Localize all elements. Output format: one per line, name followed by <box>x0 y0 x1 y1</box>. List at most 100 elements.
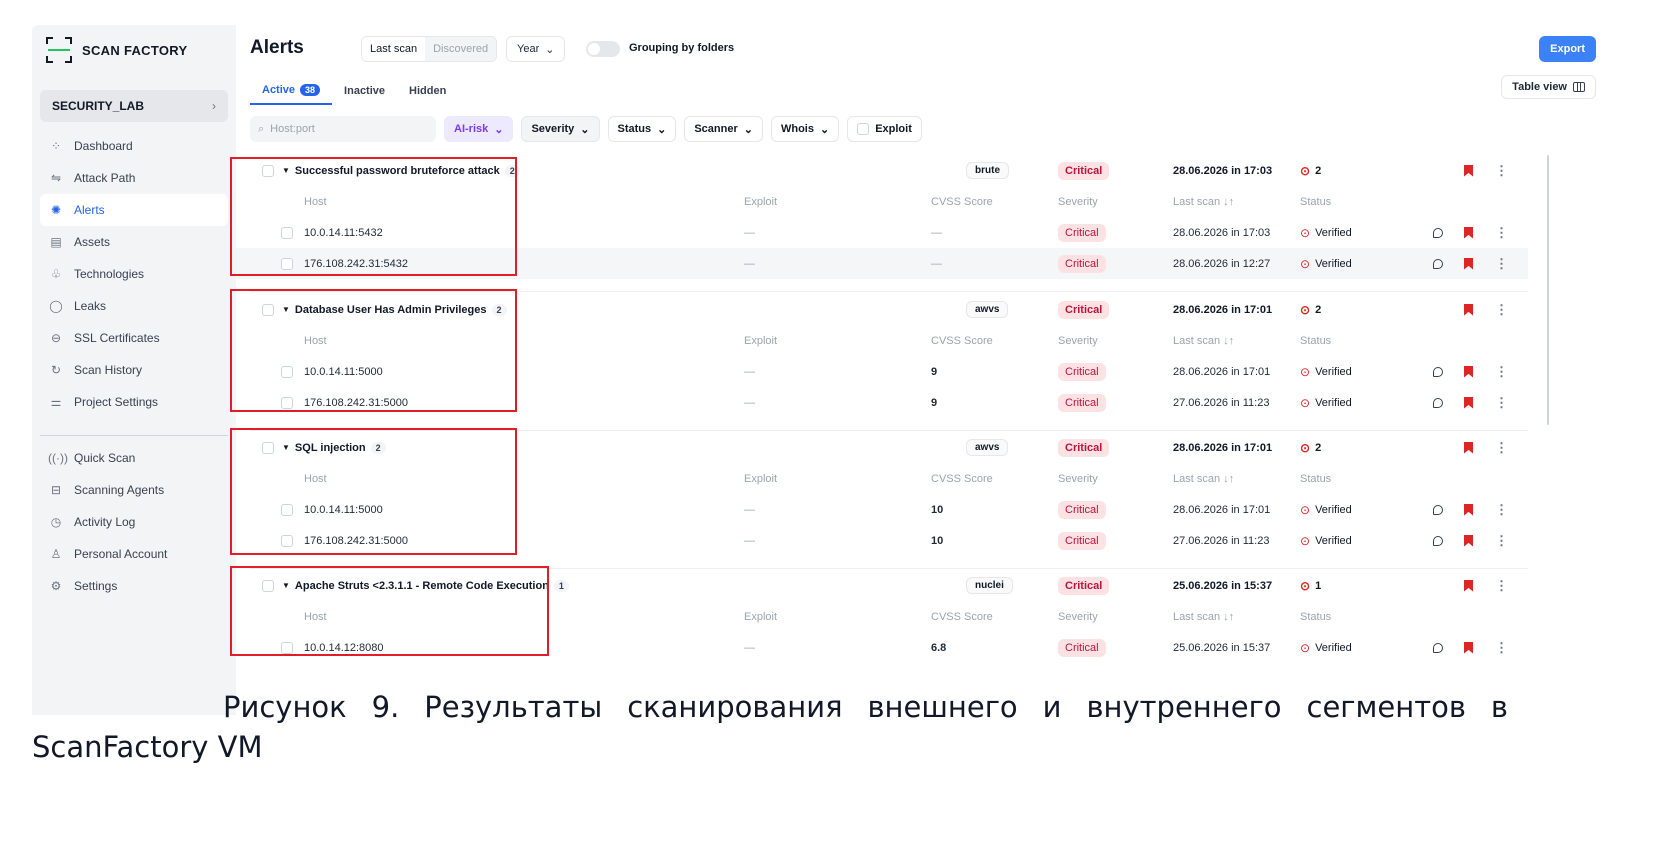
bookmark-icon[interactable] <box>1464 641 1473 654</box>
status-filter[interactable]: Status ⌄ <box>607 116 677 142</box>
exploit-filter[interactable]: Exploit <box>847 116 922 142</box>
comment-icon[interactable] <box>1433 535 1443 546</box>
scrollbar[interactable] <box>1547 155 1549 425</box>
sidebar-item-activity-log[interactable]: ◷ Activity Log <box>40 506 228 538</box>
exploit-checkbox[interactable] <box>857 123 870 135</box>
column-header-severity[interactable]: Severity <box>1058 335 1098 347</box>
column-header-status[interactable]: Status <box>1300 196 1331 208</box>
bookmark-icon[interactable] <box>1464 303 1473 316</box>
table-view-button[interactable]: Table view <box>1501 75 1596 99</box>
column-header-host[interactable]: Host <box>304 196 327 208</box>
column-header-status[interactable]: Status <box>1300 473 1331 485</box>
more-vertical-icon[interactable]: ⋮ <box>1495 256 1508 272</box>
caret-down-icon[interactable]: ▼ <box>282 443 290 452</box>
table-row[interactable]: 176.108.242.31:5000 — 9 Critical 27.06.2026 … <box>236 387 1528 418</box>
comment-icon[interactable] <box>1433 227 1443 238</box>
table-row[interactable]: 10.0.14.11:5000 — 9 Critical 28.06.2026 in 1… <box>236 356 1528 387</box>
sidebar-item-leaks[interactable]: ◯ Leaks <box>40 290 228 322</box>
column-header-last-scan[interactable]: Last scan ↓↑ <box>1173 196 1234 208</box>
bookmark-icon[interactable] <box>1464 164 1473 177</box>
bookmark-icon[interactable] <box>1464 534 1473 547</box>
host-value[interactable]: 10.0.14.12:8080 <box>304 642 384 654</box>
group-header-row[interactable]: ▼ Successful password bruteforce attack 2 b… <box>236 155 1528 186</box>
comment-icon[interactable] <box>1433 642 1443 653</box>
grouping-toggle[interactable] <box>586 41 620 57</box>
tab-hidden[interactable]: Hidden <box>397 77 458 105</box>
more-vertical-icon[interactable]: ⋮ <box>1495 502 1508 518</box>
table-row[interactable]: 176.108.242.31:5432 — — Critical 28.06.2026 … <box>236 248 1528 279</box>
column-header-cvss[interactable]: CVSS Score <box>931 611 993 623</box>
sidebar-item-dashboard[interactable]: ⁘ Dashboard <box>40 130 228 162</box>
row-checkbox[interactable] <box>281 365 293 378</box>
column-header-status[interactable]: Status <box>1300 611 1331 623</box>
sidebar-item-personal-account[interactable]: ♙ Personal Account <box>40 538 228 570</box>
host-value[interactable]: 176.108.242.31:5000 <box>304 397 408 409</box>
sidebar-item-attack-path[interactable]: ⇋ Attack Path <box>40 162 228 194</box>
project-selector[interactable]: SECURITY_LAB › <box>40 90 228 122</box>
table-row[interactable]: 10.0.14.11:5000 — 10 Critical 28.06.2026 in … <box>236 494 1528 525</box>
sidebar-item-assets[interactable]: ▤ Assets <box>40 226 228 258</box>
comment-icon[interactable] <box>1433 366 1443 377</box>
last-scan-option[interactable]: Last scan <box>362 37 426 61</box>
row-checkbox[interactable] <box>281 534 293 547</box>
column-header-severity[interactable]: Severity <box>1058 611 1098 623</box>
export-button[interactable]: Export <box>1539 36 1596 62</box>
group-header-row[interactable]: ▼ Database User Has Admin Privileges 2 awvs… <box>236 294 1528 325</box>
ai-risk-filter[interactable]: AI-risk ⌄ <box>444 116 514 142</box>
sidebar-item-technologies[interactable]: ♧ Technologies <box>40 258 228 290</box>
row-checkbox[interactable] <box>281 396 293 409</box>
search-box[interactable]: ⌕ Host:port <box>250 116 436 142</box>
tab-active[interactable]: Active 38 <box>250 77 333 105</box>
column-header-cvss[interactable]: CVSS Score <box>931 335 993 347</box>
scan-mode-switch[interactable]: Last scan Discovered <box>361 36 498 62</box>
column-header-host[interactable]: Host <box>304 335 327 347</box>
group-header-row[interactable]: ▼ SQL injection 2 awvs Critical 28.06.2026 in… <box>236 432 1528 463</box>
host-value[interactable]: 10.0.14.11:5000 <box>304 504 383 516</box>
column-header-status[interactable]: Status <box>1300 335 1331 347</box>
group-checkbox[interactable] <box>262 441 274 454</box>
column-header-cvss[interactable]: CVSS Score <box>931 473 993 485</box>
host-value[interactable]: 176.108.242.31:5432 <box>304 258 408 270</box>
sidebar-item-quick-scan[interactable]: ((·)) Quick Scan <box>40 442 228 474</box>
sidebar-item-alerts[interactable]: ✺ Alerts <box>40 194 228 226</box>
bookmark-icon[interactable] <box>1464 579 1473 592</box>
sidebar-item-ssl-certificates[interactable]: ⊖ SSL Certificates <box>40 322 228 354</box>
comment-icon[interactable] <box>1433 397 1443 408</box>
more-vertical-icon[interactable]: ⋮ <box>1495 163 1508 179</box>
table-row[interactable]: 10.0.14.12:8080 — 6.8 Critical 25.06.2026 in… <box>236 632 1528 663</box>
discovered-option[interactable]: Discovered <box>425 37 497 61</box>
column-header-last-scan[interactable]: Last scan ↓↑ <box>1173 611 1234 623</box>
column-header-exploit[interactable]: Exploit <box>744 335 777 347</box>
bookmark-icon[interactable] <box>1464 257 1473 270</box>
bookmark-icon[interactable] <box>1464 365 1473 378</box>
tab-inactive[interactable]: Inactive <box>332 77 397 105</box>
more-vertical-icon[interactable]: ⋮ <box>1495 225 1508 241</box>
more-vertical-icon[interactable]: ⋮ <box>1495 364 1508 380</box>
group-header-row[interactable]: ▼ Apache Struts <2.3.1.1 - Remote Code Ex… <box>236 570 1528 601</box>
bookmark-icon[interactable] <box>1464 503 1473 516</box>
group-checkbox[interactable] <box>262 303 274 316</box>
scanner-filter[interactable]: Scanner ⌄ <box>684 116 763 142</box>
sidebar-item-settings[interactable]: ⚙ Settings <box>40 570 228 602</box>
host-value[interactable]: 10.0.14.11:5432 <box>304 227 383 239</box>
bookmark-icon[interactable] <box>1464 441 1473 454</box>
row-checkbox[interactable] <box>281 641 293 654</box>
caret-down-icon[interactable]: ▼ <box>282 166 290 175</box>
more-vertical-icon[interactable]: ⋮ <box>1495 395 1508 411</box>
column-header-host[interactable]: Host <box>304 611 327 623</box>
whois-filter[interactable]: Whois ⌄ <box>770 116 840 142</box>
table-row[interactable]: 10.0.14.11:5432 — — Critical 28.06.2026 in 1… <box>236 217 1528 248</box>
year-dropdown[interactable]: Year ⌄ <box>506 36 566 62</box>
bookmark-icon[interactable] <box>1464 396 1473 409</box>
column-header-exploit[interactable]: Exploit <box>744 611 777 623</box>
column-header-severity[interactable]: Severity <box>1058 473 1098 485</box>
more-vertical-icon[interactable]: ⋮ <box>1495 302 1508 318</box>
sidebar-item-project-settings[interactable]: ⚌ Project Settings <box>40 386 228 418</box>
group-checkbox[interactable] <box>262 164 274 177</box>
column-header-exploit[interactable]: Exploit <box>744 196 777 208</box>
column-header-host[interactable]: Host <box>304 473 327 485</box>
row-checkbox[interactable] <box>281 257 293 270</box>
column-header-cvss[interactable]: CVSS Score <box>931 196 993 208</box>
severity-filter[interactable]: Severity ⌄ <box>521 116 600 142</box>
caret-down-icon[interactable]: ▼ <box>282 305 290 314</box>
